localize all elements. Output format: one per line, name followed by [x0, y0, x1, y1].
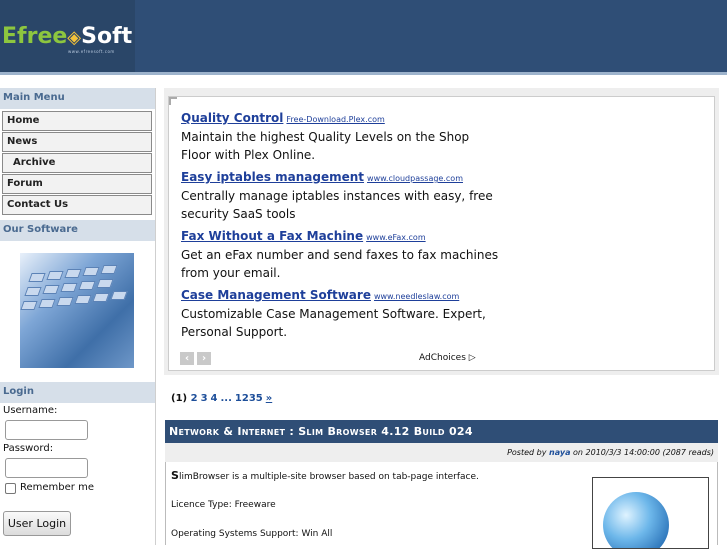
ad-url-link[interactable]: www.eFax.com: [366, 233, 426, 242]
intro-text: limBrowser is a multiple-site browser ba…: [178, 472, 479, 482]
user-login-button[interactable]: User Login: [3, 511, 71, 536]
logo-soft: Soft: [81, 24, 133, 49]
ad-item: Easy iptables management www.cloudpassage…: [181, 166, 501, 223]
ad-item: Quality Control Free-Download.Plex.com Ma…: [181, 107, 501, 164]
ad-title-link[interactable]: Case Management Software: [181, 288, 371, 302]
ad-title-link[interactable]: Quality Control: [181, 111, 283, 125]
current-page: (1): [171, 393, 188, 404]
page-ellipsis: ...: [220, 393, 232, 404]
article-license: Licence Type: Freeware: [171, 500, 276, 510]
globe-icon: [603, 492, 669, 548]
ad-title-link[interactable]: Easy iptables management: [181, 170, 364, 184]
password-input[interactable]: [5, 458, 88, 478]
ad-prev-icon[interactable]: ‹: [180, 352, 194, 365]
adchoices-link[interactable]: AdChoices ▷: [419, 353, 476, 363]
logo[interactable]: Efree◈Soft www.efreesoft.com: [0, 0, 135, 72]
site-header: Efree◈Soft www.efreesoft.com: [0, 0, 727, 72]
ad-next-icon[interactable]: ›: [197, 352, 211, 365]
ad-panel: Quality Control Free-Download.Plex.com Ma…: [168, 96, 715, 371]
sidebar: Main Menu Home News Archive Forum Contac…: [0, 88, 155, 545]
page-link[interactable]: 4: [211, 393, 218, 404]
username-input[interactable]: [5, 420, 88, 440]
menu-item-archive[interactable]: Archive: [2, 153, 152, 173]
ad-box: Quality Control Free-Download.Plex.com Ma…: [164, 88, 719, 375]
logo-subtitle: www.efreesoft.com: [68, 49, 115, 54]
remember-me-label: Remember me: [20, 482, 94, 493]
ad-corner: [169, 97, 177, 105]
meta-suffix: on 2010/3/3 14:00:00 (2087 reads): [573, 448, 714, 457]
our-software-title: Our Software: [0, 220, 155, 241]
article-intro: SlimBrowser is a multiple-site browser b…: [171, 469, 479, 482]
password-label: Password:: [3, 443, 54, 454]
login-title: Login: [0, 382, 155, 403]
logo-diamond-icon: ◈: [67, 27, 82, 48]
menu-item-forum[interactable]: Forum: [2, 174, 152, 194]
ad-item: Fax Without a Fax Machine www.eFax.com Ge…: [181, 225, 501, 282]
ad-description: Customizable Case Management Software. E…: [181, 307, 486, 339]
ad-description: Centrally manage iptables instances with…: [181, 189, 493, 221]
sidebar-divider: [155, 88, 156, 545]
header-divider: [0, 72, 727, 75]
next-page-link[interactable]: »: [266, 393, 272, 404]
article-globe-image[interactable]: [592, 477, 709, 549]
article-title[interactable]: Network & Internet : Slim Browser 4.12 B…: [165, 420, 718, 443]
ad-description: Maintain the highest Quality Levels on t…: [181, 130, 470, 162]
ad-title-link[interactable]: Fax Without a Fax Machine: [181, 229, 363, 243]
pagination: (1) 2 3 4... 1235»: [171, 393, 272, 404]
menu-item-contact-us[interactable]: Contact Us: [2, 195, 152, 215]
author-link[interactable]: naya: [549, 448, 570, 457]
main-menu-title: Main Menu: [0, 88, 155, 109]
article-meta: Posted by naya on 2010/3/3 14:00:00 (208…: [165, 443, 718, 462]
ad-url-link[interactable]: Free-Download.Plex.com: [286, 115, 384, 124]
menu-item-news[interactable]: News: [2, 132, 152, 152]
ad-url-link[interactable]: www.cloudpassage.com: [367, 174, 463, 183]
ad-url-link[interactable]: www.needleslaw.com: [374, 292, 459, 301]
intro-initial: S: [171, 469, 179, 482]
meta-prefix: Posted by: [507, 448, 547, 457]
software-keyboard-image[interactable]: [20, 253, 134, 368]
ad-description: Get an eFax number and send faxes to fax…: [181, 248, 499, 280]
page-link[interactable]: 3: [201, 393, 208, 404]
remember-me-checkbox[interactable]: [5, 483, 16, 494]
article-os: Operating Systems Support: Win All: [171, 529, 333, 539]
page-link[interactable]: 1235: [235, 393, 263, 404]
ad-item: Case Management Software www.needleslaw.c…: [181, 284, 501, 341]
username-label: Username:: [3, 405, 58, 416]
article-body: SlimBrowser is a multiple-site browser b…: [165, 462, 718, 549]
logo-efree: Efree: [2, 24, 68, 49]
page-link[interactable]: 2: [191, 393, 198, 404]
menu-item-home[interactable]: Home: [2, 111, 152, 131]
